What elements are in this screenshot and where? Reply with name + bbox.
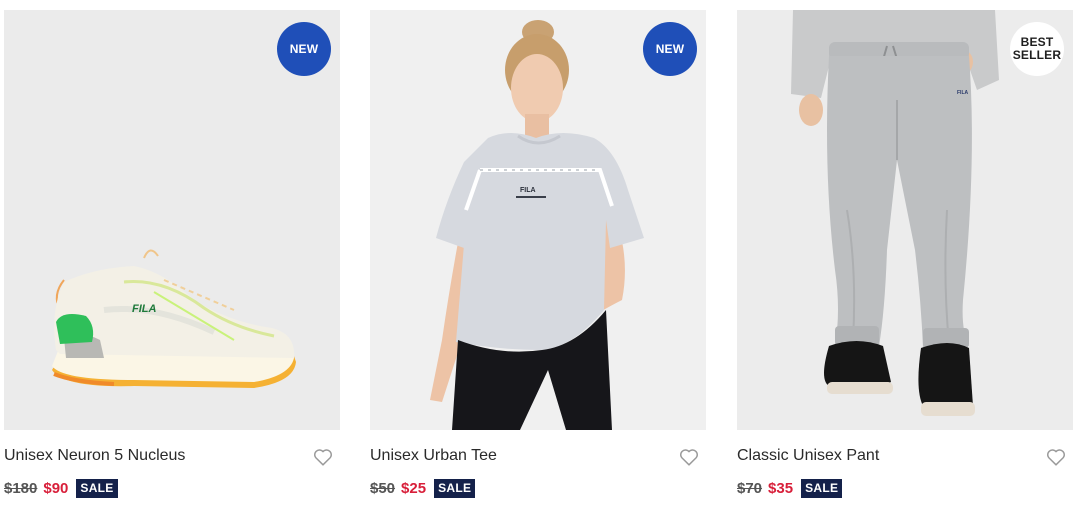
original-price: $70 — [737, 479, 763, 497]
price-row: $180 $90 SALE — [4, 478, 118, 498]
sale-tag: SALE — [76, 478, 118, 498]
product-card[interactable]: FILA NEW Unisex Neuron 5 Nucleus $180 $9… — [4, 0, 340, 528]
product-name[interactable]: Unisex Urban Tee — [370, 447, 497, 465]
original-price: $50 — [370, 479, 396, 497]
product-name[interactable]: Unisex Neuron 5 Nucleus — [4, 447, 185, 465]
original-price: $180 — [4, 479, 38, 497]
price-row: $50 $25 SALE — [370, 478, 476, 498]
product-image-tee[interactable]: FILA NEW — [370, 10, 706, 430]
product-grid: FILA NEW Unisex Neuron 5 Nucleus $180 $9… — [0, 0, 1080, 528]
new-badge: NEW — [277, 22, 331, 76]
svg-text:FILA: FILA — [132, 303, 156, 315]
product-card[interactable]: FILA BEST SELLER Classic Unisex Pant $70… — [737, 0, 1073, 528]
price-row: $70 $35 SALE — [737, 478, 843, 498]
sneaker-illustration: FILA — [52, 249, 296, 388]
svg-text:FILA: FILA — [520, 187, 536, 194]
heart-outline-icon[interactable] — [312, 446, 334, 468]
sale-price: $25 — [401, 479, 427, 497]
svg-text:FILA: FILA — [957, 90, 968, 96]
sale-tag: SALE — [801, 478, 843, 498]
new-badge: NEW — [643, 22, 697, 76]
product-image-sneaker[interactable]: FILA NEW — [4, 10, 340, 430]
product-card[interactable]: FILA NEW Unisex Urban Tee $50 $25 SALE — [370, 0, 706, 528]
product-name[interactable]: Classic Unisex Pant — [737, 447, 879, 465]
sale-tag: SALE — [434, 478, 476, 498]
sale-price: $35 — [768, 479, 794, 497]
heart-outline-icon[interactable] — [1045, 446, 1067, 468]
pant-model-illustration: FILA — [791, 10, 999, 416]
product-image-pant[interactable]: FILA BEST SELLER — [737, 10, 1073, 430]
tee-model-illustration: FILA — [430, 20, 644, 430]
best-seller-badge: BEST SELLER — [1010, 22, 1064, 76]
heart-outline-icon[interactable] — [678, 446, 700, 468]
sale-price: $90 — [43, 479, 69, 497]
